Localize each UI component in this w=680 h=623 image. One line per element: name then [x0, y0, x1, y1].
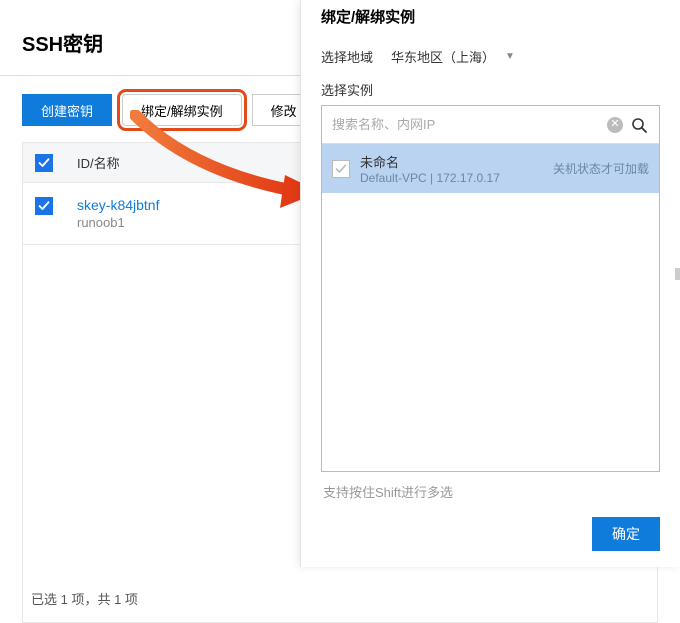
instance-hint: 关机状态才可加载: [553, 160, 649, 177]
region-row: 选择地域 华东地区（上海） ▼: [321, 39, 660, 74]
instance-sub: Default-VPC | 172.17.0.17: [360, 171, 553, 185]
search-button[interactable]: [627, 113, 651, 137]
bind-unbind-button[interactable]: 绑定/解绑实例: [122, 94, 242, 126]
panel-title: 绑定/解绑实例: [321, 0, 660, 39]
key-id-link[interactable]: skey-k84jbtnf: [77, 197, 159, 213]
row-checkbox[interactable]: [35, 197, 53, 215]
search-row: ✕: [322, 106, 659, 144]
instance-item[interactable]: 未命名 Default-VPC | 172.17.0.17 关机状态才可加载: [322, 144, 659, 193]
scrollbar-thumb[interactable]: [675, 268, 680, 280]
search-input[interactable]: [332, 117, 603, 132]
region-label: 选择地域: [321, 47, 391, 66]
instance-name: 未命名: [360, 152, 553, 171]
instance-box: ✕ 未命名 Default-VPC | 172.17.0.17 关机状态才可加载: [321, 105, 660, 472]
instance-meta: 未命名 Default-VPC | 172.17.0.17: [360, 152, 553, 185]
region-value: 华东地区（上海）: [391, 47, 495, 66]
confirm-button[interactable]: 确定: [592, 517, 660, 551]
key-name: runoob1: [77, 215, 159, 230]
panel-footer: 确定: [321, 501, 660, 567]
instance-checkbox[interactable]: [332, 160, 350, 178]
search-icon: [631, 117, 647, 133]
selection-summary: 已选 1 项，共 1 项: [23, 575, 657, 622]
clear-search-button[interactable]: ✕: [603, 113, 627, 137]
column-id-name: ID/名称: [77, 153, 120, 172]
close-icon: ✕: [607, 117, 623, 133]
instance-list: 未命名 Default-VPC | 172.17.0.17 关机状态才可加载: [322, 144, 659, 471]
cell-id-name: skey-k84jbtnf runoob1: [77, 197, 159, 230]
instance-section-label: 选择实例: [321, 74, 660, 105]
bind-panel: 绑定/解绑实例 选择地域 华东地区（上海） ▼ 选择实例 ✕: [300, 0, 680, 567]
chevron-down-icon: ▼: [505, 51, 515, 62]
create-key-button[interactable]: 创建密钥: [22, 94, 112, 126]
region-select[interactable]: 华东地区（上海） ▼: [391, 47, 515, 66]
shift-hint: 支持按住Shift进行多选: [321, 472, 660, 501]
select-all-checkbox[interactable]: [35, 154, 53, 172]
